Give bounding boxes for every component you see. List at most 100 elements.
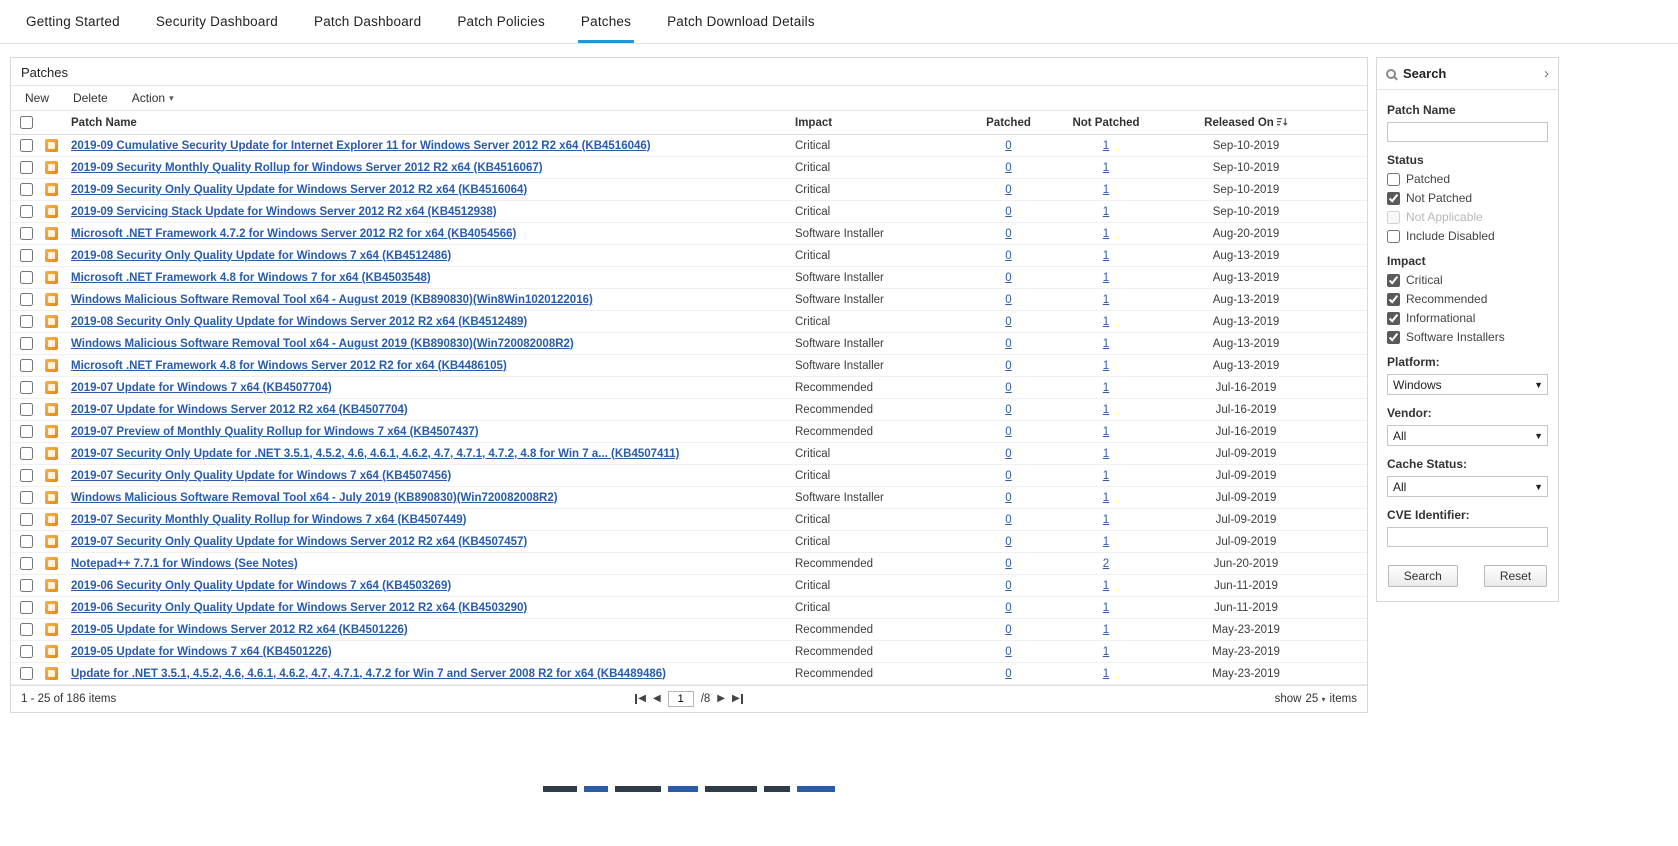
- patch-name-link[interactable]: Windows Malicious Software Removal Tool …: [71, 492, 558, 504]
- row-checkbox[interactable]: [20, 271, 33, 284]
- patched-count-link[interactable]: 0: [1005, 184, 1011, 196]
- not-patched-count-link[interactable]: 1: [1103, 228, 1109, 240]
- patch-name-link[interactable]: 2019-07 Update for Windows 7 x64 (KB4507…: [71, 382, 332, 394]
- patched-count-link[interactable]: 0: [1005, 580, 1011, 592]
- patched-count-link[interactable]: 0: [1005, 162, 1011, 174]
- patch-name-link[interactable]: Update for .NET 3.5.1, 4.5.2, 4.6, 4.6.1…: [71, 668, 666, 680]
- patched-count-link[interactable]: 0: [1005, 624, 1011, 636]
- impact-critical[interactable]: Critical: [1387, 273, 1548, 287]
- patched-count-link[interactable]: 0: [1005, 558, 1011, 570]
- status-not-applicable[interactable]: Not Applicable: [1387, 210, 1548, 224]
- select-all-checkbox[interactable]: [20, 116, 33, 129]
- not-patched-count-link[interactable]: 1: [1103, 668, 1109, 680]
- status-patched[interactable]: Patched: [1387, 172, 1548, 186]
- not-patched-count-link[interactable]: 1: [1103, 624, 1109, 636]
- patch-name-link[interactable]: 2019-09 Cumulative Security Update for I…: [71, 140, 651, 152]
- patch-name-link[interactable]: Windows Malicious Software Removal Tool …: [71, 338, 574, 350]
- patch-name-link[interactable]: 2019-09 Security Only Quality Update for…: [71, 184, 527, 196]
- row-checkbox[interactable]: [20, 513, 33, 526]
- tab-patch-download-details[interactable]: Patch Download Details: [667, 0, 815, 43]
- platform-select[interactable]: Windows ▼: [1387, 374, 1548, 395]
- patch-name-link[interactable]: 2019-07 Preview of Monthly Quality Rollu…: [71, 426, 479, 438]
- not-patched-count-link[interactable]: 1: [1103, 360, 1109, 372]
- col-not-patched[interactable]: Not Patched: [1051, 111, 1161, 135]
- row-checkbox[interactable]: [20, 557, 33, 570]
- row-checkbox[interactable]: [20, 139, 33, 152]
- patched-count-link[interactable]: 0: [1005, 602, 1011, 614]
- page-number-input[interactable]: [668, 691, 694, 707]
- first-page-icon[interactable]: ◀: [635, 694, 646, 704]
- not-patched-count-link[interactable]: 1: [1103, 316, 1109, 328]
- status-include-disabled[interactable]: Include Disabled: [1387, 229, 1548, 243]
- patched-count-link[interactable]: 0: [1005, 646, 1011, 658]
- patch-name-link[interactable]: Notepad++ 7.7.1 for Windows (See Notes): [71, 558, 298, 570]
- patch-name-link[interactable]: 2019-07 Security Monthly Quality Rollup …: [71, 514, 466, 526]
- row-checkbox[interactable]: [20, 425, 33, 438]
- row-checkbox[interactable]: [20, 249, 33, 262]
- not-patched-count-link[interactable]: 1: [1103, 536, 1109, 548]
- row-checkbox[interactable]: [20, 337, 33, 350]
- row-checkbox[interactable]: [20, 359, 33, 372]
- not-patched-count-link[interactable]: 1: [1103, 272, 1109, 284]
- patch-name-link[interactable]: 2019-05 Update for Windows 7 x64 (KB4501…: [71, 646, 332, 658]
- delete-button[interactable]: Delete: [73, 91, 108, 105]
- tab-security-dashboard[interactable]: Security Dashboard: [156, 0, 278, 43]
- row-checkbox[interactable]: [20, 535, 33, 548]
- patched-count-link[interactable]: 0: [1005, 228, 1011, 240]
- not-patched-count-link[interactable]: 1: [1103, 470, 1109, 482]
- patched-count-link[interactable]: 0: [1005, 294, 1011, 306]
- action-menu-button[interactable]: Action ▾: [132, 91, 174, 105]
- row-checkbox[interactable]: [20, 469, 33, 482]
- row-checkbox[interactable]: [20, 315, 33, 328]
- patch-name-link[interactable]: 2019-09 Security Monthly Quality Rollup …: [71, 162, 543, 174]
- not-patched-count-link[interactable]: 1: [1103, 492, 1109, 504]
- row-checkbox[interactable]: [20, 161, 33, 174]
- col-patch-name[interactable]: Patch Name: [67, 111, 791, 135]
- row-checkbox[interactable]: [20, 183, 33, 196]
- impact-critical-checkbox[interactable]: [1387, 274, 1400, 287]
- not-patched-count-link[interactable]: 1: [1103, 206, 1109, 218]
- not-patched-count-link[interactable]: 1: [1103, 250, 1109, 262]
- not-patched-count-link[interactable]: 1: [1103, 448, 1109, 460]
- collapse-panel-chevron-icon[interactable]: ›: [1544, 66, 1549, 81]
- patch-name-link[interactable]: 2019-08 Security Only Quality Update for…: [71, 316, 527, 328]
- not-patched-count-link[interactable]: 1: [1103, 580, 1109, 592]
- status-patched-checkbox[interactable]: [1387, 173, 1400, 186]
- not-patched-count-link[interactable]: 1: [1103, 404, 1109, 416]
- not-patched-count-link[interactable]: 1: [1103, 514, 1109, 526]
- previous-page-icon[interactable]: ◀: [653, 694, 661, 704]
- row-checkbox[interactable]: [20, 447, 33, 460]
- row-checkbox[interactable]: [20, 403, 33, 416]
- patched-count-link[interactable]: 0: [1005, 272, 1011, 284]
- patch-name-link[interactable]: 2019-08 Security Only Quality Update for…: [71, 250, 451, 262]
- patched-count-link[interactable]: 0: [1005, 536, 1011, 548]
- row-checkbox[interactable]: [20, 227, 33, 240]
- patched-count-link[interactable]: 0: [1005, 250, 1011, 262]
- col-released-on[interactable]: Released On: [1161, 111, 1331, 135]
- impact-software-installers[interactable]: Software Installers: [1387, 330, 1548, 344]
- patch-name-link[interactable]: 2019-07 Security Only Quality Update for…: [71, 536, 527, 548]
- row-checkbox[interactable]: [20, 579, 33, 592]
- last-page-icon[interactable]: ▶: [732, 694, 743, 704]
- page-size-dropdown[interactable]: 25 ▾: [1305, 693, 1325, 705]
- row-checkbox[interactable]: [20, 601, 33, 614]
- row-checkbox[interactable]: [20, 205, 33, 218]
- patch-name-input[interactable]: [1387, 122, 1548, 142]
- not-patched-count-link[interactable]: 2: [1103, 558, 1109, 570]
- patched-count-link[interactable]: 0: [1005, 360, 1011, 372]
- row-checkbox[interactable]: [20, 293, 33, 306]
- patch-name-link[interactable]: 2019-07 Security Only Quality Update for…: [71, 470, 451, 482]
- cve-identifier-input[interactable]: [1387, 527, 1548, 547]
- patched-count-link[interactable]: 0: [1005, 514, 1011, 526]
- patched-count-link[interactable]: 0: [1005, 492, 1011, 504]
- vendor-select[interactable]: All ▼: [1387, 425, 1548, 446]
- patch-name-link[interactable]: Windows Malicious Software Removal Tool …: [71, 294, 593, 306]
- impact-software-installers-checkbox[interactable]: [1387, 331, 1400, 344]
- not-patched-count-link[interactable]: 1: [1103, 162, 1109, 174]
- not-patched-count-link[interactable]: 1: [1103, 426, 1109, 438]
- col-patched[interactable]: Patched: [966, 111, 1051, 135]
- status-include-disabled-checkbox[interactable]: [1387, 230, 1400, 243]
- patch-name-link[interactable]: 2019-06 Security Only Quality Update for…: [71, 580, 451, 592]
- patch-name-link[interactable]: 2019-05 Update for Windows Server 2012 R…: [71, 624, 408, 636]
- row-checkbox[interactable]: [20, 381, 33, 394]
